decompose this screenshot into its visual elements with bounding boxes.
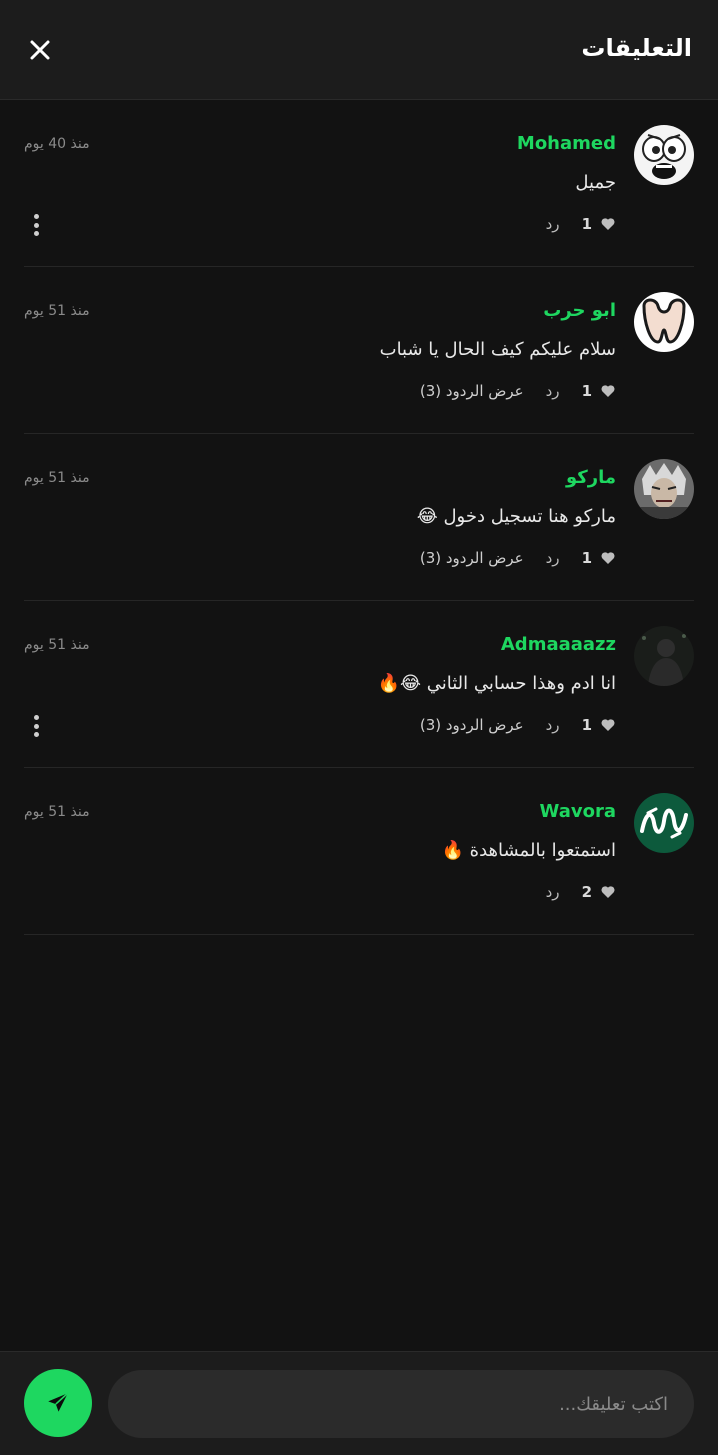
comment-text: ماركو هنا تسجيل دخول 😂 [416, 506, 616, 527]
like-button[interactable]: 1 [582, 716, 616, 734]
comment-time: منذ 51 يوم [24, 470, 90, 486]
view-replies-link[interactable]: عرض الردود (3) [420, 382, 524, 400]
green-logo-avatar-icon [634, 793, 694, 853]
like-count: 1 [581, 382, 592, 400]
comment-username[interactable]: Wavora [540, 801, 616, 822]
comment-text: انا ادم وهذا حسابي الثاني 😂🔥 [377, 673, 616, 694]
comments-list: Mohamed منذ 40 يوم جميل 1 رد ابو حرب منذ… [24, 100, 694, 935]
heart-icon [601, 552, 615, 564]
reply-button[interactable]: رد [546, 716, 560, 734]
comment-item: ابو حرب منذ 51 يوم سلام عليكم كيف الحال … [24, 267, 694, 434]
more-options-icon[interactable] [28, 713, 44, 739]
like-button[interactable]: 1 [582, 215, 616, 233]
comment-input-wrapper [108, 1370, 694, 1438]
like-button[interactable]: 2 [582, 883, 616, 901]
comment-text: سلام عليكم كيف الحال يا شباب [379, 339, 616, 360]
comment-username[interactable]: ماركو [566, 467, 616, 488]
reply-button[interactable]: رد [546, 215, 560, 233]
avatar[interactable] [634, 125, 694, 185]
avatar[interactable] [634, 459, 694, 519]
reply-button[interactable]: رد [546, 883, 560, 901]
comment-actions: 1 رد عرض الردود (3) [420, 548, 616, 568]
tooth-logo-avatar-icon [634, 292, 694, 352]
more-options-icon[interactable] [28, 212, 44, 238]
comment-username[interactable]: Mohamed [517, 133, 616, 154]
heart-icon [601, 385, 615, 397]
like-count: 1 [581, 215, 592, 233]
like-count: 1 [581, 716, 592, 734]
heart-icon [601, 218, 615, 230]
comment-actions: 1 رد عرض الردود (3) [420, 381, 616, 401]
comment-item: Admaaaazz منذ 51 يوم انا ادم وهذا حسابي … [24, 601, 694, 768]
view-replies-link[interactable]: عرض الردود (3) [420, 549, 524, 567]
like-count: 2 [581, 883, 592, 901]
comment-username[interactable]: Admaaaazz [501, 634, 616, 655]
comment-item: Wavora منذ 51 يوم استمتعوا بالمشاهدة 🔥 2… [24, 768, 694, 935]
like-button[interactable]: 1 [582, 549, 616, 567]
comment-time: منذ 40 يوم [24, 136, 90, 152]
avatar[interactable] [634, 626, 694, 686]
cartoon-face-avatar-icon [634, 125, 694, 185]
like-count: 1 [581, 549, 592, 567]
comments-screen: التعليقات Mohamed منذ 40 يوم جميل 1 رد ا… [0, 0, 718, 1455]
comment-username[interactable]: ابو حرب [543, 300, 616, 321]
comment-time: منذ 51 يوم [24, 804, 90, 820]
comment-text: جميل [575, 172, 616, 193]
comment-text: استمتعوا بالمشاهدة 🔥 [441, 840, 617, 861]
close-icon[interactable] [26, 36, 54, 64]
comment-time: منذ 51 يوم [24, 637, 90, 653]
comment-time: منذ 51 يوم [24, 303, 90, 319]
avatar[interactable] [634, 793, 694, 853]
like-button[interactable]: 1 [582, 382, 616, 400]
comment-item: Mohamed منذ 40 يوم جميل 1 رد [24, 100, 694, 267]
comment-actions: 1 رد [546, 214, 616, 234]
comment-actions: 2 رد [546, 882, 616, 902]
page-title: التعليقات [581, 34, 692, 62]
view-replies-link[interactable]: عرض الردود (3) [420, 716, 524, 734]
avatar[interactable] [634, 292, 694, 352]
comment-input[interactable] [108, 1370, 694, 1438]
reply-button[interactable]: رد [546, 549, 560, 567]
comment-composer [0, 1351, 718, 1455]
comment-actions: 1 رد عرض الردود (3) [420, 715, 616, 735]
dark-photo-avatar-icon [634, 626, 694, 686]
anime-character-avatar-icon [634, 459, 694, 519]
comment-item: ماركو منذ 51 يوم ماركو هنا تسجيل دخول 😂 … [24, 434, 694, 601]
heart-icon [601, 886, 615, 898]
header: التعليقات [0, 0, 718, 100]
reply-button[interactable]: رد [546, 382, 560, 400]
heart-icon [601, 719, 615, 731]
send-button[interactable] [24, 1369, 92, 1437]
send-icon [48, 1392, 69, 1412]
